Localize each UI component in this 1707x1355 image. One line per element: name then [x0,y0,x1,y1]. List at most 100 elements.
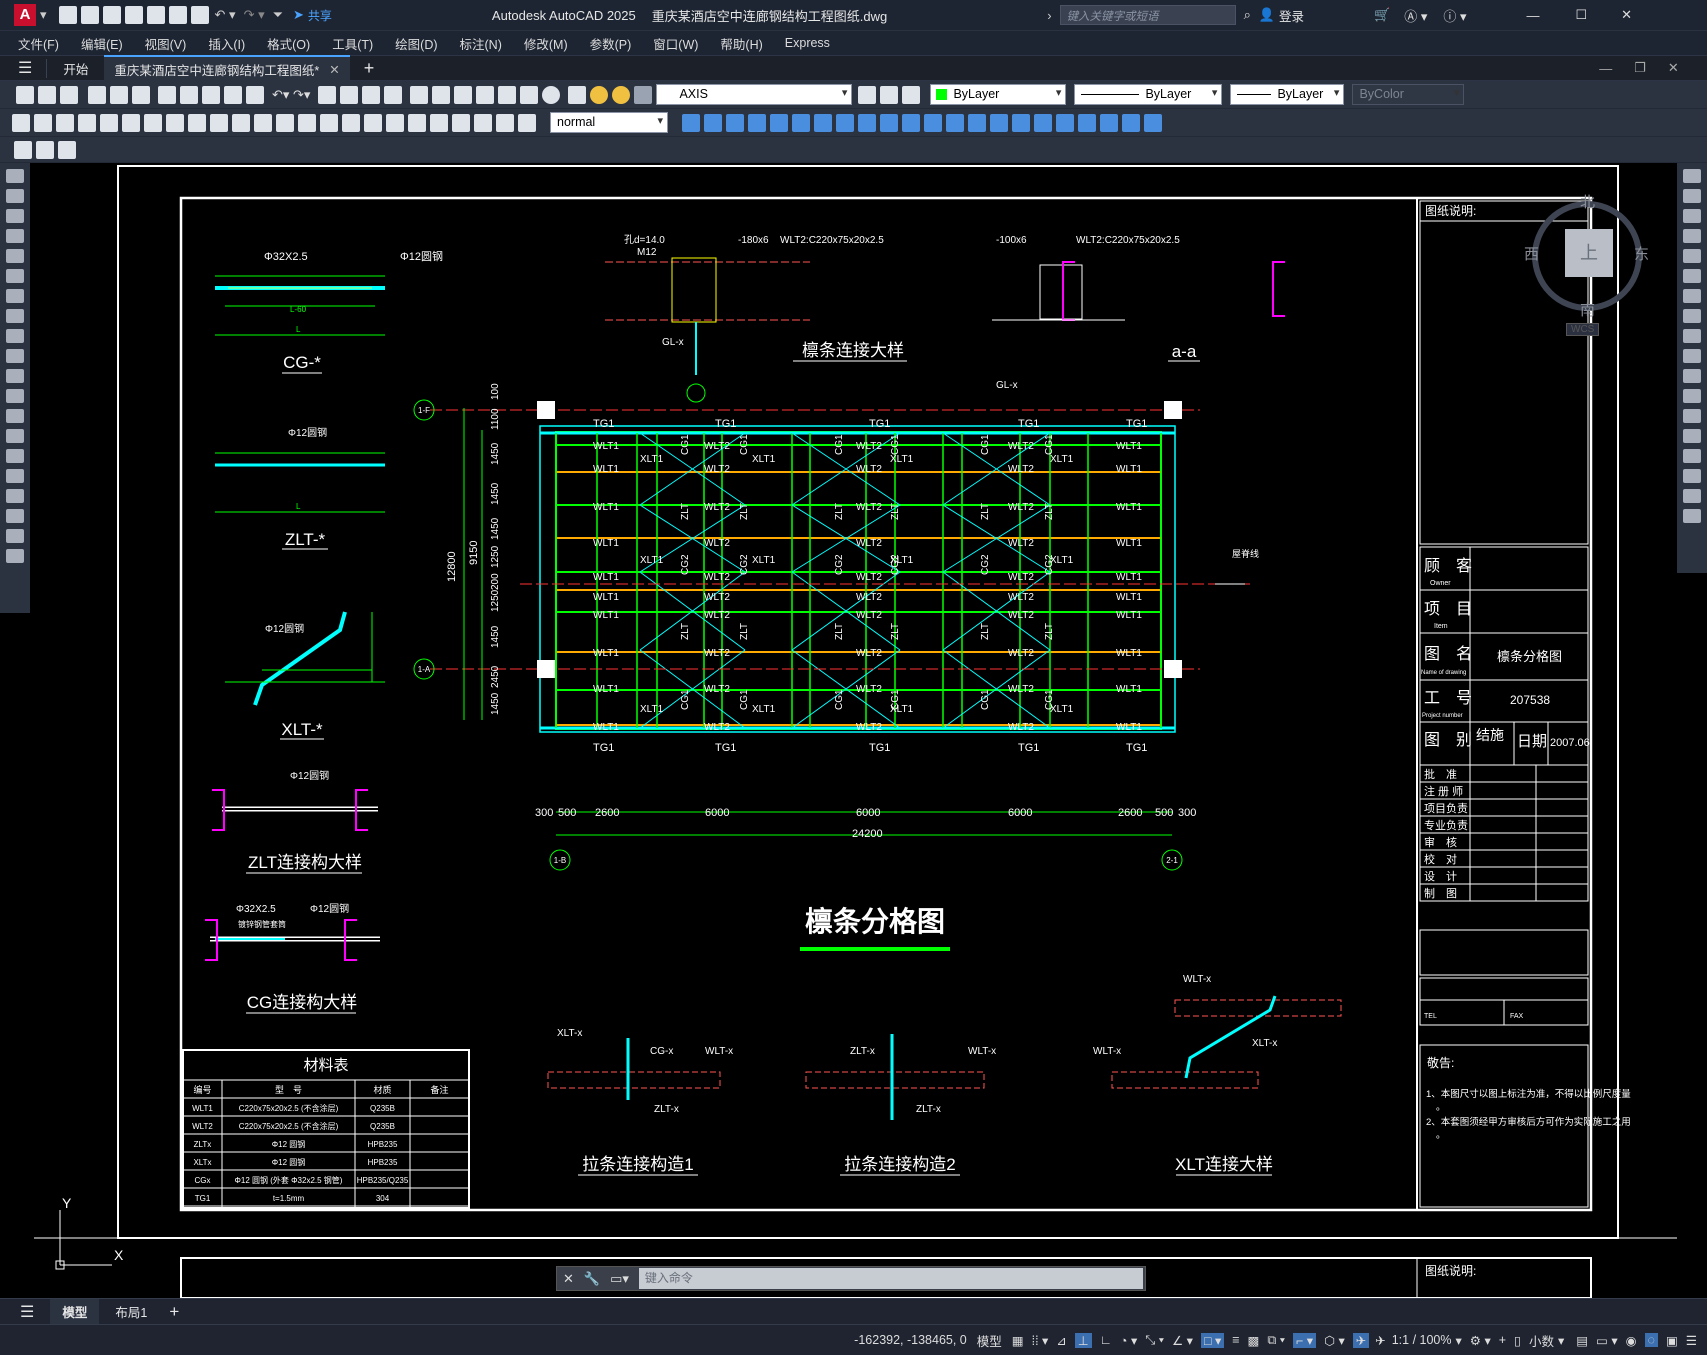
tab-start[interactable]: 开始 [46,58,104,78]
table-icon[interactable] [6,509,24,523]
mtext-icon[interactable] [6,529,24,543]
auto-scale-icon[interactable]: ✈ [1375,1333,1385,1348]
tab-document[interactable]: 重庆某酒店空中连廊钢结构工程图纸* ✕ [104,55,350,81]
rotate-icon[interactable] [1683,289,1701,303]
solid-tool-6-icon[interactable] [814,113,832,132]
plotstyle-dropdown[interactable]: ByColor [1352,84,1465,105]
tool-palettes-icon[interactable] [454,85,473,104]
menu-item-8[interactable]: 修改(M) [524,34,568,53]
preview-icon[interactable] [110,85,128,104]
make-block-icon[interactable] [6,409,24,423]
annotation-monitor-icon[interactable]: ⬡ ▾ [1324,1333,1345,1348]
export-icon[interactable] [36,140,54,159]
dim-tool-18-icon[interactable] [408,113,426,132]
polygon-icon[interactable] [6,229,24,243]
revcloud-icon[interactable] [6,309,24,323]
blend-icon[interactable] [1683,489,1701,503]
grid-icon[interactable]: ▦ [1012,1333,1024,1348]
polar-icon[interactable]: ◔ ▾ [1120,1333,1137,1348]
menu-item-5[interactable]: 工具(T) [332,34,373,53]
dynamic-input-icon[interactable]: ⊥ [1074,1332,1092,1348]
undo2-icon[interactable]: ↶▾ ↷▾ [272,87,310,103]
explode-icon[interactable] [1683,509,1701,523]
text-style-dropdown[interactable]: normal [550,112,668,133]
isodraft-icon[interactable]: ⤡ ▾ [1145,1333,1164,1348]
search-input[interactable]: 键入关键字或短语 [1059,5,1236,25]
drawing-canvas[interactable]: 图纸说明: 顾 客 Owner 项 目 Item 图 名 Name of dra… [0,163,1707,1299]
solid-tool-1-icon[interactable] [704,113,722,132]
cart-icon[interactable]: 🛒 [1374,7,1390,23]
construction-line-icon[interactable] [6,189,24,203]
spline-icon[interactable] [6,329,24,343]
hardware-accel-icon[interactable]: ◌ [1644,1333,1658,1347]
matchprop-icon[interactable] [224,85,242,104]
ellipse-icon[interactable] [6,349,24,363]
lineweight-toggle-icon[interactable]: ≡ [1232,1333,1239,1347]
design-center-icon[interactable] [432,85,451,104]
dim-tool-19-icon[interactable] [430,113,448,132]
rectangle-icon[interactable] [6,249,24,263]
region-icon[interactable] [6,489,24,503]
save-as-icon[interactable] [124,6,143,24]
dim-tool-7-icon[interactable] [166,113,184,132]
menu-item-2[interactable]: 视图(V) [145,34,187,53]
solid-tool-13-icon[interactable] [968,113,986,132]
join-icon[interactable] [1683,429,1701,443]
snap-icon[interactable]: ⁞⁞ ▾ [1032,1333,1049,1348]
solid-tool-2-icon[interactable] [726,113,744,132]
workspace-icon[interactable]: ⚙ ▾ [1470,1333,1491,1348]
dim-tool-23-icon[interactable] [518,113,536,132]
solid-tool-14-icon[interactable] [990,113,1008,132]
gradient-icon[interactable] [6,469,24,483]
osnap-icon[interactable]: □ ▾ [1200,1332,1225,1348]
copy-object-icon[interactable] [1683,189,1701,203]
scale-icon[interactable] [1683,309,1701,323]
color-dropdown[interactable]: ByLayer [930,84,1067,105]
osnap-track-icon[interactable]: ∠ ▾ [1172,1333,1193,1348]
login-button[interactable]: 登录 [1279,6,1304,25]
dim-tool-0-icon[interactable] [12,113,30,132]
help2-icon[interactable] [542,85,561,104]
qat-dropdown-icon[interactable]: ⏷ [273,7,283,23]
redo-icon[interactable]: ↷ ▾ [244,7,265,23]
trim-icon[interactable] [1683,349,1701,363]
viewcube-east[interactable]: 东 [1634,243,1649,264]
mirror-icon[interactable] [1683,209,1701,223]
open-icon[interactable] [38,85,56,104]
command-recent-icon[interactable]: ▭▾ [610,1271,629,1287]
dim-tool-9-icon[interactable] [210,113,228,132]
solid-tool-21-icon[interactable] [1144,113,1162,132]
dim-tool-8-icon[interactable] [188,113,206,132]
solid-tool-19-icon[interactable] [1100,113,1118,132]
units-caret-icon[interactable]: ▾ [1558,1333,1564,1348]
restore-doc2-icon[interactable]: ❐ [1634,60,1646,76]
restore-doc-icon[interactable]: — [1599,61,1612,76]
ellipse-arc-icon[interactable] [6,369,24,383]
tab-model[interactable]: 模型 [50,1299,100,1324]
command-line[interactable]: ✕ 🔧 ▭▾ 键入命令 [556,1266,1146,1291]
layer-walk-icon[interactable] [58,140,76,159]
solid-tool-3-icon[interactable] [748,113,766,132]
tab-layout1[interactable]: 布局1 [103,1299,159,1324]
dim-tool-15-icon[interactable] [342,113,360,132]
layer-lock-icon[interactable] [634,85,653,104]
solid-tool-20-icon[interactable] [1122,113,1140,132]
layer-previous-icon[interactable] [880,85,899,104]
search-expand-icon[interactable]: › [1047,8,1051,23]
layer-properties-icon[interactable] [568,85,587,104]
break-icon[interactable] [1683,409,1701,423]
close-button[interactable]: ✕ [1621,7,1632,23]
sheet-set-icon[interactable] [476,85,495,104]
menu-item-7[interactable]: 标注(N) [460,34,502,53]
solid-tool-4-icon[interactable] [770,113,788,132]
customize-icon[interactable]: ☰ [1686,1333,1697,1348]
command-close-icon[interactable]: ✕ [563,1271,574,1287]
infer-icon[interactable]: ⊿ [1056,1333,1066,1348]
break-point-icon[interactable] [1683,389,1701,403]
share-button[interactable]: 共享 [308,7,332,24]
block-editor-icon[interactable] [246,85,264,104]
dim-tool-20-icon[interactable] [452,113,470,132]
clean-screen-icon[interactable]: ▣ [1666,1333,1678,1348]
dim-tool-1-icon[interactable] [34,113,52,132]
menu-item-4[interactable]: 格式(O) [267,34,310,53]
